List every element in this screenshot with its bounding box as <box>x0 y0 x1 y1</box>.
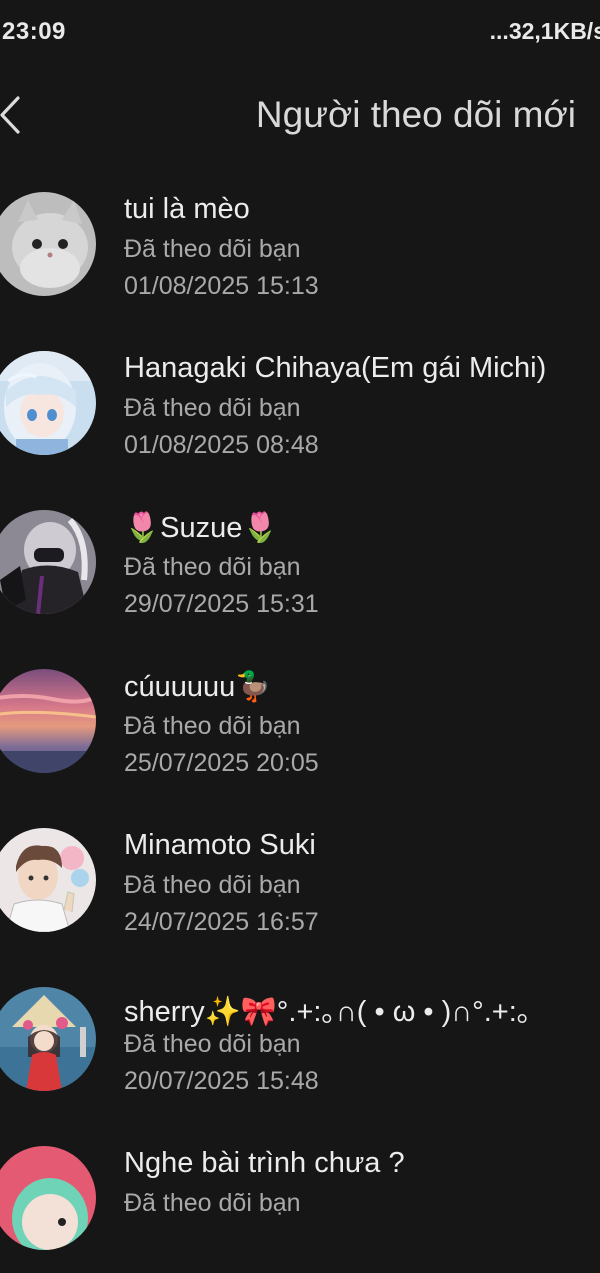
avatar[interactable] <box>0 192 96 296</box>
status-time: 23:09 <box>2 18 66 45</box>
back-button[interactable] <box>0 92 34 138</box>
avatar[interactable] <box>0 987 96 1091</box>
follow-time: 01/08/2025 15:13 <box>124 272 319 300</box>
page-title: Người theo dõi mới <box>255 94 576 135</box>
avatar[interactable] <box>0 1146 96 1250</box>
avatar[interactable] <box>0 669 96 773</box>
follow-time: 20/07/2025 15:48 <box>124 1067 319 1095</box>
status-bar: 23:09 ...32,1KB/s <box>0 0 600 66</box>
follow-status: Đã theo dõi bạn <box>124 712 301 740</box>
follow-status: Đã theo dõi bạn <box>124 1030 301 1058</box>
follow-status: Đã theo dõi bạn <box>124 1189 301 1217</box>
follower-item[interactable]: 🌷Suzue🌷 Đã theo dõi bạn 29/07/2025 15:31 <box>0 478 600 637</box>
follower-name: Hanagaki Chihaya(Em gái Michi) <box>124 352 547 384</box>
follow-status: Đã theo dõi bạn <box>124 553 301 581</box>
header: Người theo dõi mới <box>0 70 600 160</box>
follower-item[interactable]: cúuuuuu🦆 Đã theo dõi bạn 25/07/2025 20:0… <box>0 637 600 796</box>
follow-time: 01/08/2025 08:48 <box>124 431 319 459</box>
follower-name: Nghe bài trình chưa ? <box>124 1147 405 1179</box>
follower-item[interactable]: sherry✨🎀°.+:｡∩( • ω • )∩°.+:｡ Đã theo dõ… <box>0 955 600 1114</box>
follow-time: 24/07/2025 16:57 <box>124 908 319 936</box>
follow-time: 29/07/2025 15:31 <box>124 590 319 618</box>
avatar[interactable] <box>0 351 96 455</box>
follow-status: Đã theo dõi bạn <box>124 871 301 899</box>
follow-status: Đã theo dõi bạn <box>124 394 301 422</box>
follower-item[interactable]: tui là mèo Đã theo dõi bạn 01/08/2025 15… <box>0 160 600 319</box>
avatar[interactable] <box>0 828 96 932</box>
follower-name: cúuuuuu🦆 <box>124 671 272 703</box>
network-speed: ...32,1KB/s <box>489 18 600 44</box>
avatar[interactable] <box>0 510 96 614</box>
follower-item[interactable]: Minamoto Suki Đã theo dõi bạn 24/07/2025… <box>0 796 600 955</box>
follower-name: tui là mèo <box>124 193 250 225</box>
chevron-left-icon <box>0 96 20 134</box>
follow-status: Đã theo dõi bạn <box>124 235 301 263</box>
follower-item[interactable]: Nghe bài trình chưa ? Đã theo dõi bạn <box>0 1114 600 1273</box>
follower-list: tui là mèo Đã theo dõi bạn 01/08/2025 15… <box>0 160 600 1273</box>
follow-time: 25/07/2025 20:05 <box>124 749 319 777</box>
follower-name: 🌷Suzue🌷 <box>124 512 279 544</box>
follower-name: Minamoto Suki <box>124 829 316 861</box>
follower-item[interactable]: Hanagaki Chihaya(Em gái Michi) Đã theo d… <box>0 319 600 478</box>
follower-name: sherry✨🎀°.+:｡∩( • ω • )∩°.+:｡ <box>124 996 532 1028</box>
